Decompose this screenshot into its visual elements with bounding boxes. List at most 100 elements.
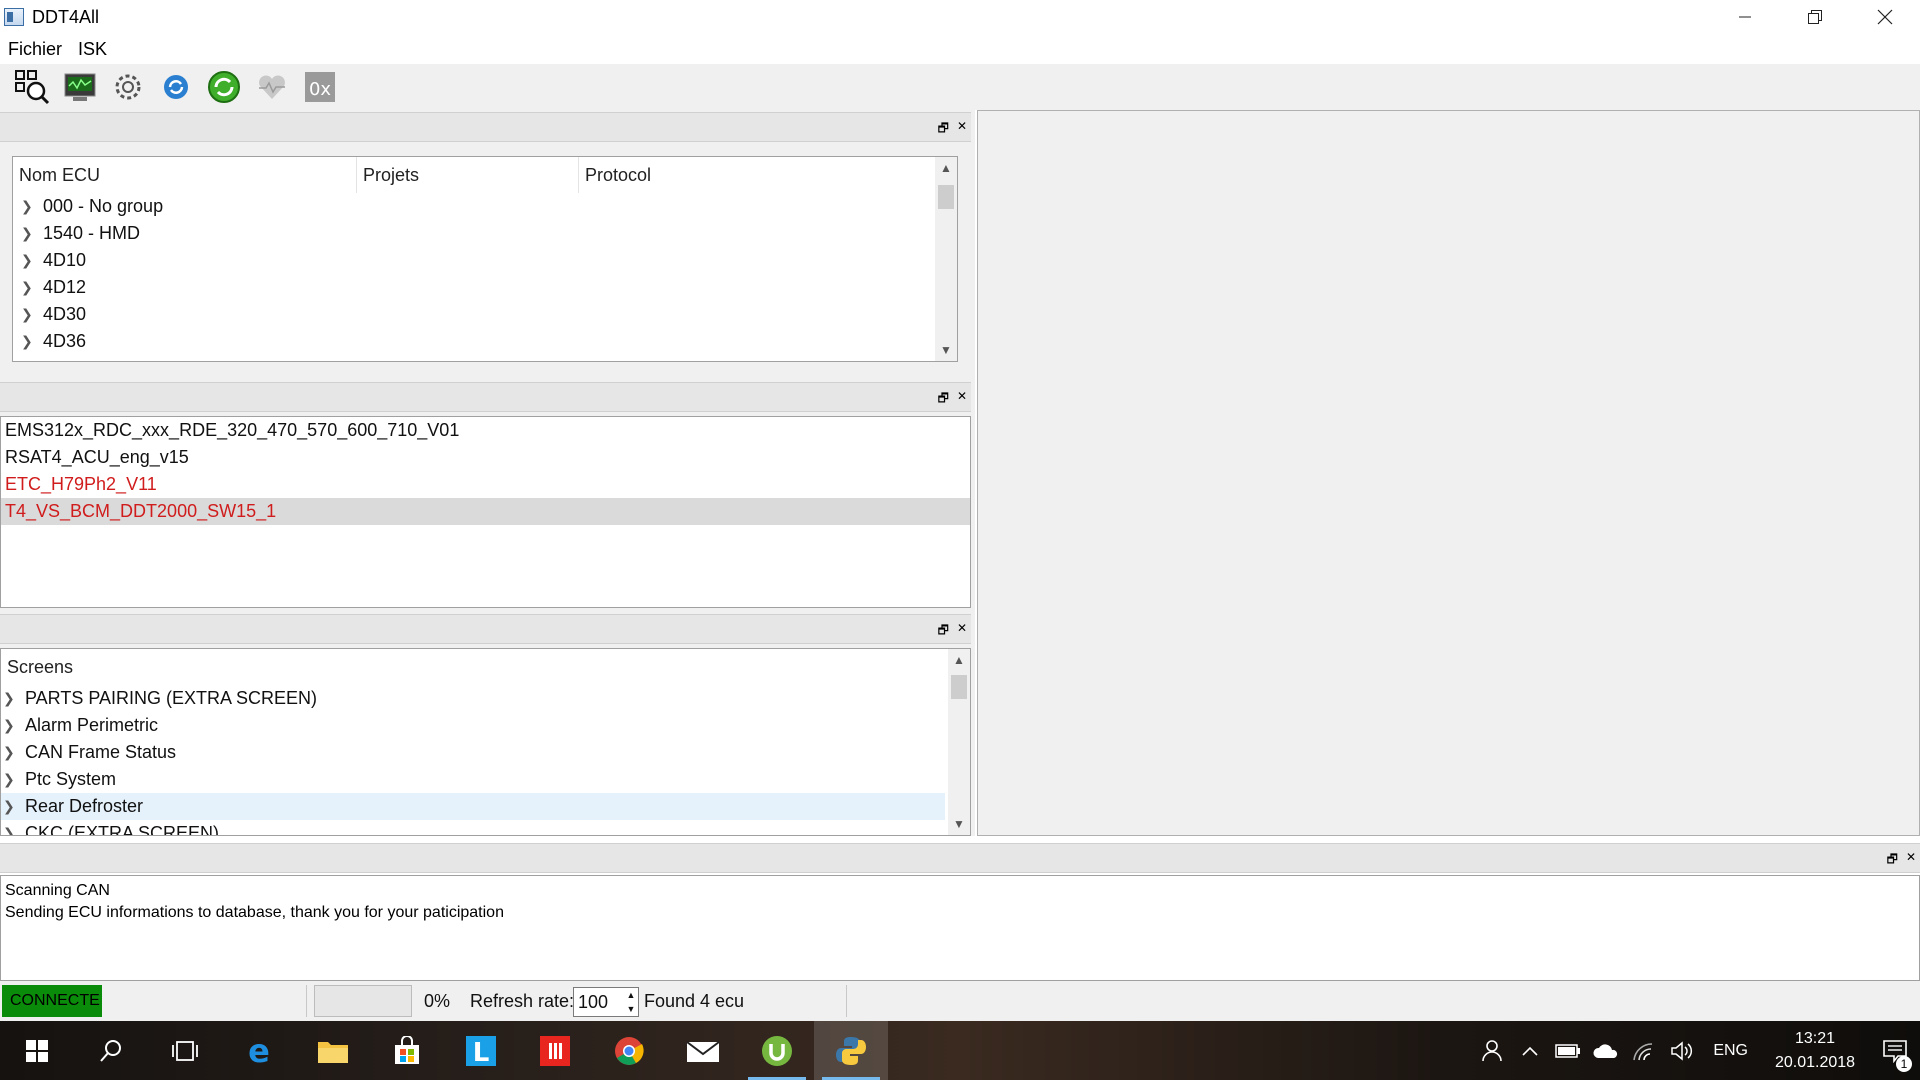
chevron-right-icon[interactable]: ❯ [3, 690, 17, 707]
tree-item[interactable]: ❯ 4D12 [13, 274, 957, 301]
list-item-selected[interactable]: T4_VS_BCM_DDT2000_SW15_1 [1, 498, 970, 525]
refresh-rate-spinbox[interactable]: 100 ▲ ▼ [573, 987, 639, 1017]
utorrent-taskbar-button[interactable] [740, 1021, 814, 1080]
vertical-scrollbar[interactable]: ▲ ▼ [948, 649, 970, 835]
file-explorer-taskbar-button[interactable] [296, 1021, 370, 1080]
tree-item[interactable]: ❯ Ptc System [1, 766, 970, 793]
chevron-right-icon[interactable]: ❯ [3, 798, 17, 815]
chevron-right-icon[interactable]: ❯ [3, 744, 17, 761]
settings-button[interactable] [108, 67, 148, 107]
list-item[interactable]: EMS312x_RDC_xxx_RDE_320_470_570_600_710_… [1, 417, 970, 444]
tree-item-label: 4D10 [43, 250, 87, 270]
tree-item[interactable]: ❯ CAN Frame Status [1, 739, 970, 766]
found-ecu-count: Found 4 ecu [644, 990, 745, 1011]
column-nom-ecu[interactable]: Nom ECU [13, 157, 357, 193]
column-projets[interactable]: Projets [357, 157, 579, 193]
tree-item[interactable]: ❯ Alarm Perimetric [1, 712, 970, 739]
column-screens[interactable]: Screens [1, 649, 941, 685]
chevron-right-icon[interactable]: ❯ [3, 825, 17, 835]
red-app-icon [540, 1035, 570, 1066]
spin-down-icon[interactable]: ▼ [627, 1004, 636, 1014]
screens-tree-view[interactable]: Screens ❯ PARTS PAIRING (EXTRA SCREEN) ❯ A… [0, 648, 971, 836]
start-button[interactable] [0, 1021, 74, 1080]
tree-item[interactable]: ❯ PARTS PAIRING (EXTRA SCREEN) [1, 685, 970, 712]
float-icon[interactable]: 🗗 [938, 389, 949, 410]
scroll-up-icon[interactable]: ▲ [948, 649, 970, 671]
spin-arrows[interactable]: ▲ ▼ [624, 988, 638, 1016]
scroll-down-icon[interactable]: ▼ [935, 339, 957, 361]
refresh-icon [164, 75, 188, 99]
mail-taskbar-button[interactable] [666, 1021, 740, 1080]
people-tray-button[interactable] [1473, 1021, 1511, 1080]
tree-item[interactable]: ❯ 4D30 [13, 301, 957, 328]
float-icon[interactable]: 🗗 [938, 621, 949, 642]
vertical-scrollbar[interactable]: ▲ ▼ [935, 157, 957, 361]
chevron-right-icon[interactable]: ❯ [3, 717, 17, 734]
chevron-right-icon[interactable]: ❯ [21, 279, 35, 296]
spin-up-icon[interactable]: ▲ [627, 990, 636, 1000]
scan-ecu-button[interactable] [12, 67, 52, 107]
restore-button[interactable] [1780, 0, 1850, 34]
clock[interactable]: 13:21 20.01.2018 [1760, 1027, 1870, 1075]
input-language[interactable]: ENG [1701, 1042, 1760, 1060]
chevron-right-icon[interactable]: ❯ [3, 771, 17, 788]
tree-item[interactable]: ❯ CKC (EXTRA SCREEN) [1, 820, 970, 835]
close-icon[interactable]: ✕ [957, 621, 967, 642]
close-icon[interactable]: ✕ [957, 389, 967, 410]
refresh-button[interactable] [156, 67, 196, 107]
python-app-taskbar-button[interactable] [814, 1021, 888, 1080]
show-hidden-icons-button[interactable] [1511, 1021, 1549, 1080]
network-tray-button[interactable] [1625, 1021, 1663, 1080]
column-protocol[interactable]: Protocol [579, 157, 929, 193]
people-icon [1482, 1039, 1503, 1061]
minimize-button[interactable] [1710, 0, 1780, 34]
task-view-button[interactable] [148, 1021, 222, 1080]
scroll-down-icon[interactable]: ▼ [948, 813, 970, 835]
tree-item[interactable]: ❯ 4D10 [13, 247, 957, 274]
scroll-up-icon[interactable]: ▲ [935, 157, 957, 179]
list-item[interactable]: RSAT4_ACU_eng_v15 [1, 444, 970, 471]
chrome-taskbar-button[interactable] [592, 1021, 666, 1080]
float-icon[interactable]: 🗗 [1887, 850, 1898, 871]
app-red-taskbar-button[interactable] [518, 1021, 592, 1080]
tree-item-label: 000 - No group [43, 196, 164, 216]
close-button[interactable] [1850, 0, 1920, 34]
monitor-button[interactable] [60, 67, 100, 107]
app-l-taskbar-button[interactable]: L [444, 1021, 518, 1080]
ecu-tree-view[interactable]: Nom ECU Projets Protocol ❯ 000 - No group… [12, 156, 958, 362]
hex-mode-button[interactable]: 0x [300, 67, 340, 107]
volume-tray-button[interactable] [1663, 1021, 1701, 1080]
qr-scan-icon [15, 70, 50, 105]
chevron-right-icon[interactable]: ❯ [21, 198, 35, 215]
scroll-thumb[interactable] [951, 675, 967, 699]
menu-fichier[interactable]: Fichier [0, 39, 70, 60]
tree-item-hovered[interactable]: ❯ Rear Defroster [1, 793, 945, 820]
close-icon[interactable]: ✕ [1906, 850, 1916, 871]
battery-tray-button[interactable] [1549, 1021, 1587, 1080]
chevron-right-icon[interactable]: ❯ [21, 306, 35, 323]
tree-item-label: CAN Frame Status [25, 742, 177, 762]
menu-isk[interactable]: ISK [70, 39, 115, 60]
edge-taskbar-button[interactable]: e [222, 1021, 296, 1080]
ecu-list[interactable]: EMS312x_RDC_xxx_RDE_320_470_570_600_710_… [0, 416, 971, 608]
float-icon[interactable]: 🗗 [938, 119, 949, 140]
list-item[interactable]: ETC_H79Ph2_V11 [1, 471, 970, 498]
heartbeat-button[interactable] [252, 67, 292, 107]
connect-button[interactable] [204, 67, 244, 107]
tree-item[interactable]: ❯ 1540 - HMD [13, 220, 957, 247]
cloud-icon [1593, 1043, 1618, 1058]
close-icon[interactable]: ✕ [957, 119, 967, 140]
store-taskbar-button[interactable] [370, 1021, 444, 1080]
tree-item[interactable]: ❯ 000 - No group [13, 193, 957, 220]
log-view[interactable]: Scanning CAN Sending ECU informations to… [0, 875, 1920, 981]
onedrive-tray-button[interactable] [1587, 1021, 1625, 1080]
chevron-right-icon[interactable]: ❯ [21, 333, 35, 350]
chevron-right-icon[interactable]: ❯ [21, 252, 35, 269]
windows-logo-icon [26, 1039, 48, 1062]
refresh-rate-value[interactable]: 100 [578, 992, 608, 1013]
chevron-right-icon[interactable]: ❯ [21, 225, 35, 242]
action-center-button[interactable]: 1 [1870, 1021, 1920, 1080]
search-button[interactable] [74, 1021, 148, 1080]
tree-item[interactable]: ❯ 4D36 [13, 328, 957, 355]
scroll-thumb[interactable] [938, 185, 954, 209]
